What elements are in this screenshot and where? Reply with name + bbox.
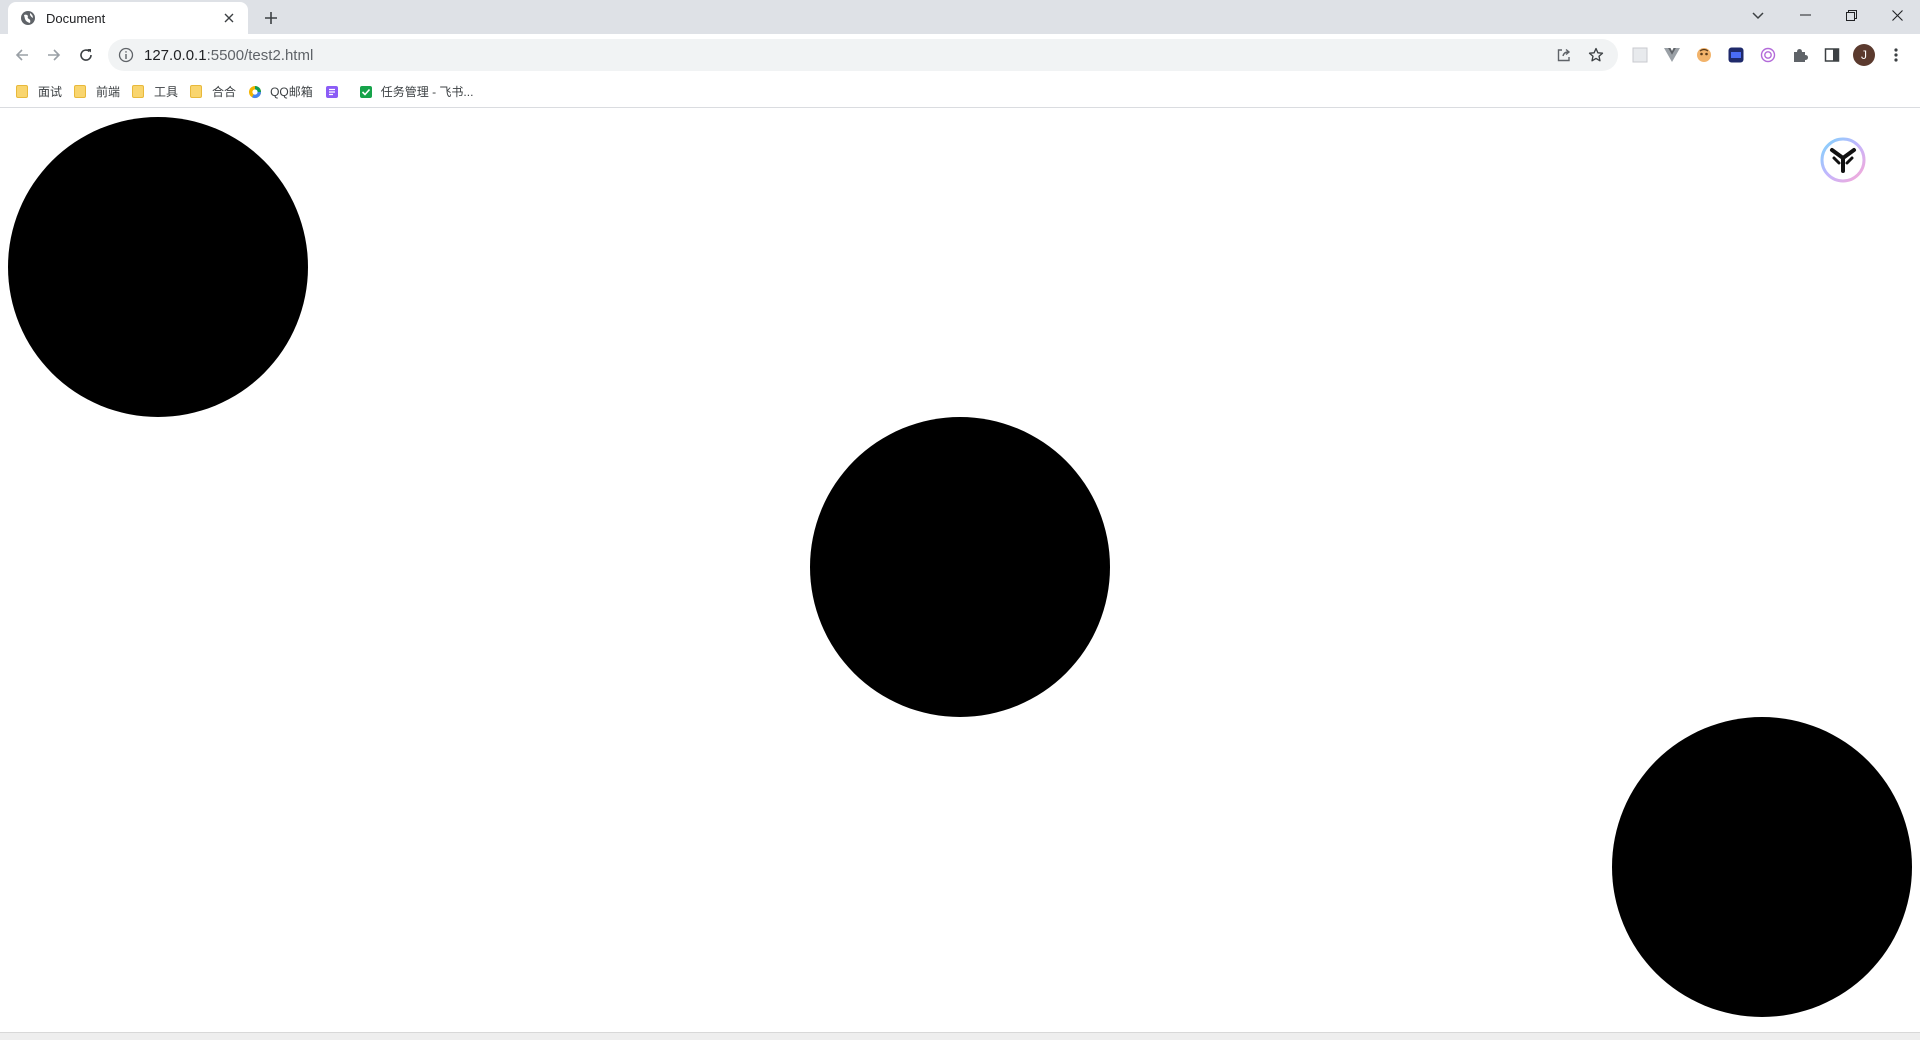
profile-avatar[interactable]: J: [1852, 43, 1876, 67]
black-circle-2: [810, 417, 1110, 717]
reload-button[interactable]: [72, 41, 100, 69]
info-icon[interactable]: [118, 47, 134, 63]
extensions-area: J: [1628, 43, 1916, 67]
restore-icon: [1845, 9, 1857, 21]
new-tab-button[interactable]: [260, 7, 282, 29]
tab-title: Document: [46, 10, 106, 26]
folder-icon: [74, 84, 88, 99]
minimize-button[interactable]: [1782, 0, 1828, 30]
share-icon[interactable]: [1552, 43, 1576, 67]
floating-assistant-button[interactable]: [1820, 137, 1866, 183]
bookmark-task-manager[interactable]: 任务管理 - 飞书...: [355, 80, 482, 104]
chevron-down-icon: [1752, 12, 1764, 20]
tab-search-button[interactable]: [1746, 4, 1770, 28]
url-host: 127.0.0.1: [144, 46, 207, 64]
bookmark-label: 工具: [154, 85, 179, 99]
y-logo-icon: [1820, 137, 1866, 183]
black-circle-3: [1612, 717, 1912, 1017]
task-check-icon: [359, 85, 373, 99]
black-circle-1: [8, 117, 308, 417]
tab-close-icon[interactable]: [220, 9, 238, 27]
bookmark-folder-hehe[interactable]: 合合: [186, 80, 244, 104]
menu-button[interactable]: [1884, 43, 1908, 67]
page-content: [0, 108, 1920, 1032]
bookmark-label: 前端: [96, 85, 121, 99]
extension-m-icon[interactable]: [1724, 43, 1748, 67]
bookmark-qq-mail[interactable]: QQ邮箱: [244, 80, 321, 104]
folder-icon: [16, 84, 30, 99]
back-button[interactable]: [8, 41, 36, 69]
bookmark-label: QQ邮箱: [270, 85, 313, 99]
bookmarks-bar: 面试 前端 工具 合合 QQ邮箱 任务管理 - 飞书...: [0, 76, 1920, 108]
tab-document[interactable]: Document: [8, 2, 248, 34]
kebab-menu-icon: [1894, 48, 1898, 62]
arrow-right-icon: [48, 49, 61, 61]
plus-icon: [265, 12, 277, 24]
bookmark-notes[interactable]: [321, 80, 355, 104]
url-text[interactable]: 127.0.0.1:5500/test2.html: [144, 47, 1544, 64]
url-path: :5500/test2.html: [206, 46, 314, 64]
window-bottom-edge: [0, 1032, 1920, 1040]
forward-button[interactable]: [40, 41, 68, 69]
bookmark-folder-interview[interactable]: 面试: [12, 80, 70, 104]
extension-face-icon[interactable]: [1692, 43, 1716, 67]
openai-icon[interactable]: [1756, 43, 1780, 67]
folder-icon: [132, 84, 146, 99]
puzzle-icon[interactable]: [1788, 43, 1812, 67]
bookmark-label: 面试: [38, 85, 63, 99]
bookmark-star-icon[interactable]: [1584, 43, 1608, 67]
close-window-button[interactable]: [1874, 0, 1920, 30]
address-bar[interactable]: 127.0.0.1:5500/test2.html: [108, 39, 1618, 71]
minimize-icon: [1799, 14, 1811, 16]
bookmark-label: 任务管理 - 飞书...: [380, 85, 474, 99]
vue-devtools-icon[interactable]: [1660, 43, 1684, 67]
avatar: J: [1853, 44, 1875, 66]
extension-grid-icon[interactable]: [1628, 43, 1652, 67]
folder-icon: [190, 84, 204, 99]
side-panel-icon[interactable]: [1820, 43, 1844, 67]
restore-button[interactable]: [1828, 0, 1874, 30]
tab-strip: Document: [0, 0, 1920, 34]
window-controls: [1782, 0, 1920, 30]
bookmark-label: 合合: [212, 85, 237, 99]
close-icon: [1891, 9, 1903, 21]
bookmark-folder-tools[interactable]: 工具: [128, 80, 186, 104]
bookmark-folder-frontend[interactable]: 前端: [70, 80, 128, 104]
reload-icon: [80, 49, 92, 61]
browser-toolbar: 127.0.0.1:5500/test2.html J: [0, 34, 1920, 76]
notes-icon: [325, 85, 339, 99]
globe-icon: [20, 10, 36, 26]
arrow-left-icon: [15, 49, 28, 61]
qq-mail-icon: [248, 85, 262, 99]
